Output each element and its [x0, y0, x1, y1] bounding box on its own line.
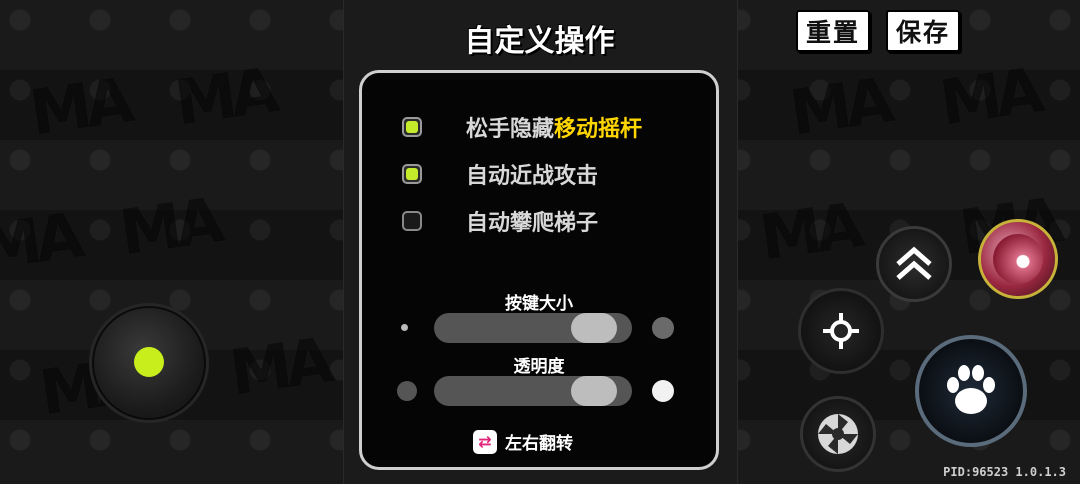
option-label: 自动攀爬梯子: [466, 211, 599, 236]
version-label: PID:96523 1.0.1.3: [943, 465, 1066, 479]
size-large-icon: [652, 317, 674, 339]
slider-opacity-label: 透明度: [513, 357, 565, 377]
option-auto-melee[interactable]: 自动近战攻击: [402, 158, 598, 190]
slider-size-knob[interactable]: [571, 313, 617, 343]
spin-button[interactable]: [800, 396, 876, 472]
opacity-high-icon: [652, 380, 674, 402]
attack-button[interactable]: [915, 335, 1027, 447]
opacity-low-icon: [397, 381, 417, 401]
joystick-thumb[interactable]: [134, 347, 164, 377]
paw-icon: [947, 365, 995, 414]
checkbox-auto-climb[interactable]: [402, 211, 422, 231]
flip-label: 左右翻转: [505, 434, 573, 454]
double-chevron-up-icon: [896, 246, 932, 280]
option-label-highlight: 移动摇杆: [554, 117, 643, 142]
swap-arrows-icon: ⇄: [473, 429, 497, 454]
checkbox-hide-joystick[interactable]: [402, 117, 422, 137]
save-button[interactable]: 保存: [886, 10, 961, 52]
slider-size[interactable]: [434, 313, 632, 343]
option-hide-joystick[interactable]: 松手隐藏移动摇杆: [402, 111, 642, 143]
crosshair-icon: [823, 313, 859, 349]
shuriken-icon: [818, 414, 858, 454]
settings-panel: 松手隐藏移动摇杆 自动近战攻击 自动攀爬梯子 按键大小 透明度 ⇄ 左右翻转: [359, 70, 719, 470]
option-auto-climb[interactable]: 自动攀爬梯子: [402, 205, 598, 237]
reset-button[interactable]: 重置: [796, 10, 871, 52]
size-small-icon: [401, 324, 408, 331]
option-label: 松手隐藏: [466, 117, 555, 142]
slider-size-label: 按键大小: [505, 294, 573, 314]
option-label: 自动近战攻击: [466, 164, 599, 189]
jump-button[interactable]: [876, 226, 952, 302]
skill-button[interactable]: [978, 219, 1058, 299]
aim-button[interactable]: [798, 288, 884, 374]
slider-opacity[interactable]: [434, 376, 632, 406]
slider-opacity-knob[interactable]: [571, 376, 617, 406]
character-skill-icon: [993, 234, 1043, 284]
flip-toggle[interactable]: ⇄ 左右翻转: [473, 429, 573, 454]
page-title: 自定义操作: [464, 24, 615, 59]
checkbox-auto-melee[interactable]: [402, 164, 422, 184]
